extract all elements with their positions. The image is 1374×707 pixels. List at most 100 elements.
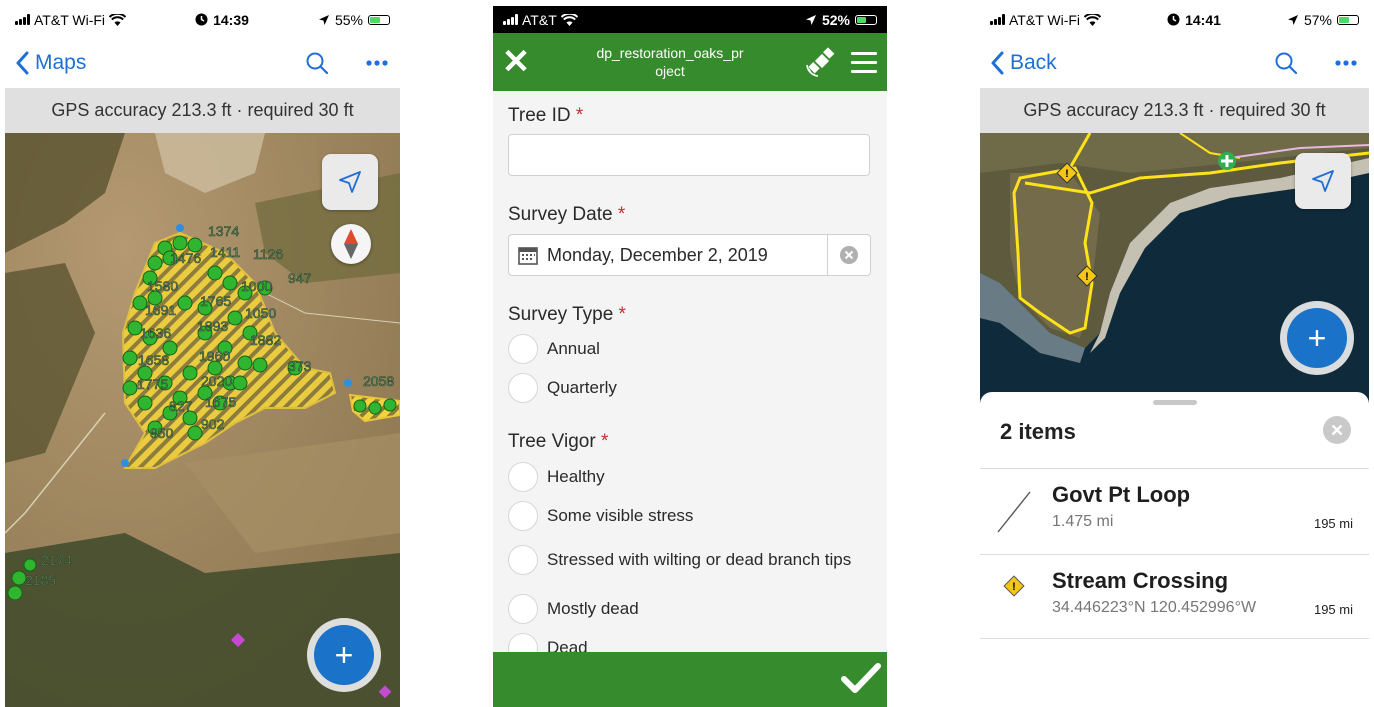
tree-id-label-text: Tree ID	[508, 105, 571, 126]
radio-option-annual[interactable]: Annual	[508, 334, 877, 364]
navigation-bar: Maps	[5, 33, 400, 93]
radio-option-dead[interactable]: Dead	[508, 633, 877, 652]
add-feature-ring: +	[1280, 301, 1354, 375]
radio-button[interactable]	[508, 501, 538, 531]
radio-button[interactable]	[508, 545, 538, 575]
plus-icon: +	[334, 637, 354, 673]
location-services-icon	[318, 14, 329, 25]
survey-type-label-text: Survey Type	[508, 304, 614, 325]
form-title: dp_restoration_oaks_pr oject	[539, 44, 801, 80]
feature-label: 1675	[205, 394, 236, 410]
navigation-arrow-icon	[339, 171, 361, 193]
navigation-arrow-icon	[1312, 170, 1334, 192]
battery-percent: 55%	[334, 11, 363, 28]
wifi-icon	[560, 13, 578, 26]
feature-label: 2058	[363, 373, 394, 389]
status-left: AT&T Wi-Fi	[990, 12, 1102, 28]
close-icon: ✕	[501, 43, 531, 81]
tree-vigor-label-text: Tree Vigor	[508, 431, 596, 452]
result-item[interactable]: Govt Pt Loop 1.475 mi 195 mi	[980, 470, 1369, 552]
map-view[interactable]: 1374 1411 1126 1476 947 1580 1765 1000 1…	[5, 133, 400, 707]
checkmark-icon	[841, 663, 881, 693]
result-distance: 195 mi	[1313, 516, 1353, 531]
menu-icon[interactable]	[841, 51, 887, 73]
close-circle-icon	[1331, 424, 1343, 436]
submit-button[interactable]	[841, 662, 881, 699]
radio-label: Some visible stress	[547, 506, 694, 525]
add-feature-button[interactable]: +	[314, 625, 374, 685]
radio-button[interactable]	[508, 334, 538, 364]
radio-button[interactable]	[508, 594, 538, 624]
radio-option-quarterly[interactable]: Quarterly	[508, 373, 877, 403]
required-marker: *	[575, 105, 584, 126]
feature-label: 1775	[137, 376, 168, 392]
radio-label: Annual	[547, 339, 600, 358]
add-feature-button[interactable]: +	[1287, 308, 1347, 368]
radio-label: Quarterly	[547, 378, 617, 397]
radio-button[interactable]	[508, 462, 538, 492]
more-icon[interactable]	[1335, 60, 1357, 66]
alarm-icon	[195, 13, 208, 26]
map-view[interactable]: ! ! +	[980, 133, 1369, 403]
back-button[interactable]: Maps	[15, 51, 86, 75]
gps-accuracy-banner: GPS accuracy 213.3 ft · required 30 ft	[980, 88, 1369, 133]
divider	[980, 638, 1369, 639]
back-label: Maps	[35, 51, 87, 74]
locate-button[interactable]	[322, 154, 378, 210]
location-services-icon	[1287, 14, 1298, 25]
radio-button[interactable]	[508, 633, 538, 652]
feature-label: 1882	[250, 332, 281, 348]
radio-button[interactable]	[508, 373, 538, 403]
result-distance: 195 mi	[1313, 602, 1353, 617]
locate-button[interactable]	[1295, 153, 1351, 209]
radio-label: Mostly dead	[547, 599, 639, 618]
survey-date-field[interactable]: Monday, December 2, 2019	[508, 234, 871, 276]
sheet-drag-handle[interactable]	[1153, 400, 1197, 405]
compass-icon	[344, 229, 358, 259]
svg-text:!: !	[1012, 581, 1016, 593]
battery-percent: 52%	[821, 11, 850, 28]
more-icon[interactable]	[366, 60, 388, 66]
back-button[interactable]: Back	[990, 51, 1057, 75]
line-feature-icon	[997, 491, 1031, 533]
required-marker: *	[618, 304, 626, 325]
result-item[interactable]: ! Stream Crossing 34.446223°N 120.452996…	[980, 556, 1369, 638]
navigation-bar: Back	[980, 33, 1369, 93]
wifi-icon	[1084, 13, 1102, 26]
feature-label: 1580	[147, 278, 178, 294]
feature-label: 1636	[140, 325, 171, 341]
feature-label: 373	[288, 358, 312, 374]
survey-type-label: Survey Type *	[508, 304, 626, 326]
gps-accuracy-banner: GPS accuracy 213.3 ft · required 30 ft	[5, 88, 400, 133]
feature-label: 1476	[170, 250, 201, 266]
compass-button[interactable]	[331, 224, 371, 264]
feature-label: 1050	[245, 305, 276, 321]
feature-label: 947	[288, 270, 312, 286]
tree-vigor-label: Tree Vigor *	[508, 431, 608, 453]
close-form-button[interactable]: ✕	[493, 42, 539, 82]
radio-option-mostly-dead[interactable]: Mostly dead	[508, 594, 877, 624]
close-results-button[interactable]	[1323, 416, 1351, 444]
calendar-icon	[509, 245, 547, 265]
tree-id-input[interactable]	[508, 134, 870, 176]
radio-option-stressed[interactable]: Stressed with wilting or dead branch tip…	[508, 545, 877, 575]
radio-option-healthy[interactable]: Healthy	[508, 462, 877, 492]
form-footer	[493, 652, 887, 707]
survey-date-value: Monday, December 2, 2019	[547, 244, 768, 265]
feature-label: 2185	[25, 572, 56, 588]
carrier-label: AT&T	[522, 11, 557, 28]
form-header: ✕ dp_restoration_oaks_pr oject	[493, 33, 887, 91]
radio-label: Healthy	[547, 467, 605, 486]
status-right: 52%	[805, 12, 877, 28]
result-name: Stream Crossing	[1052, 568, 1229, 593]
svg-text:!: !	[1065, 168, 1069, 180]
radio-option-some-visible-stress[interactable]: Some visible stress	[508, 501, 877, 531]
search-icon[interactable]	[1275, 52, 1297, 74]
alarm-icon	[1167, 13, 1180, 26]
gps-status-button[interactable]	[801, 47, 841, 77]
search-icon[interactable]	[306, 52, 328, 74]
status-time-group: 14:39	[195, 12, 249, 28]
clear-date-button[interactable]	[827, 235, 870, 275]
battery-icon	[368, 14, 390, 25]
results-sheet: 2 items Govt Pt Loop 1.475 mi 195 mi ! S…	[980, 392, 1369, 707]
